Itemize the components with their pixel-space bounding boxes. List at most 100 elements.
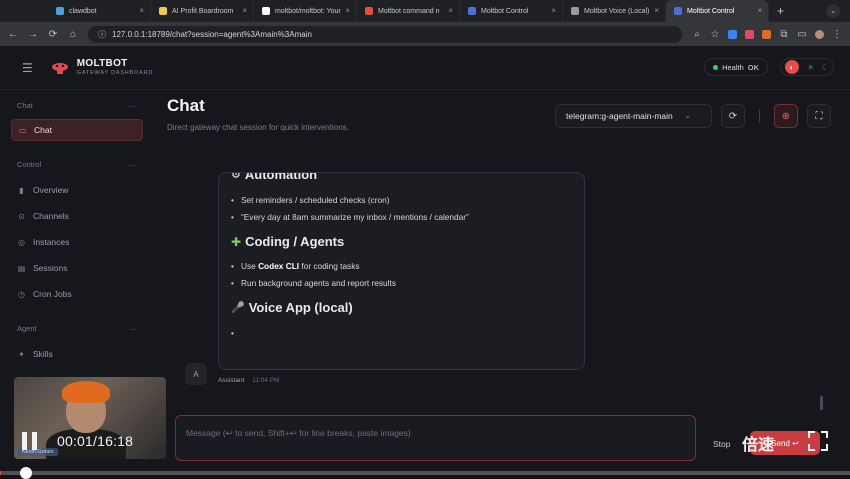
brain-icon: ⊕ — [781, 110, 791, 122]
session-select-value: telegram:g-agent-main-main — [566, 111, 673, 121]
coding-list: Use Codex CLI for coding tasks Run backg… — [231, 258, 572, 291]
extension-icon[interactable] — [745, 29, 754, 39]
tab-search-button[interactable]: ⌄ — [826, 4, 840, 18]
new-tab-button[interactable]: + — [777, 4, 784, 18]
address-bar: ← → ⟳ ⌂ ⓘ 127.0.0.1:18789/chat?session=a… — [0, 22, 850, 46]
sidebar-section-agent[interactable]: Agent — — [0, 324, 155, 333]
health-label: Health — [722, 62, 744, 72]
tab-favicon-icon — [56, 7, 64, 15]
sidebar-item-channels[interactable]: ⊙ Channels — [11, 205, 143, 227]
light-theme-icon[interactable]: ☀ — [807, 63, 814, 72]
bookmark-star-icon[interactable]: ☆ — [710, 29, 720, 40]
sidebar-item-overview[interactable]: ▮ Overview — [11, 179, 143, 201]
reload-icon[interactable]: ⟳ — [48, 29, 58, 40]
browser-tab-strip: clawdbot × AI Profit Boardroom × moltbot/mol… — [0, 0, 850, 22]
sidepanel-icon[interactable]: ▭ — [797, 29, 807, 40]
sidebar-item-label: Instances — [33, 237, 70, 247]
session-select[interactable]: telegram:g-agent-main-main ⌄ — [555, 104, 712, 128]
extension-icon[interactable] — [728, 29, 737, 39]
tab-favicon-icon — [674, 7, 682, 15]
microphone-emoji-icon: 🎤 — [231, 302, 245, 314]
section-label: Agent — [17, 324, 37, 333]
sidebar-item-label: Chat — [34, 125, 52, 135]
fullscreen-icon[interactable] — [807, 430, 829, 452]
browser-tab[interactable]: moltbot/moltbot: Your × — [254, 0, 357, 22]
sidebar-item-instances[interactable]: ◎ Instances — [11, 231, 143, 253]
page-subtitle: Direct gateway chat session for quick in… — [167, 123, 349, 132]
sidebar-item-sessions[interactable]: ▤ Sessions — [11, 257, 143, 279]
sidebar-item-cron-jobs[interactable]: ◷ Cron Jobs — [11, 283, 143, 305]
back-icon[interactable]: ← — [8, 29, 18, 40]
tab-close-icon[interactable]: × — [551, 6, 556, 15]
tab-title: Moltbot Control — [687, 7, 735, 15]
browser-tab[interactable]: Moltbot command n × — [357, 0, 460, 22]
list-item: Run background agents and report results — [231, 275, 572, 292]
playback-speed-button[interactable]: 倍速 — [742, 431, 774, 455]
presenter-hat — [62, 381, 110, 403]
focus-mode-button[interactable]: ⛶ — [807, 104, 831, 128]
tab-favicon-icon — [262, 7, 270, 15]
collapse-icon[interactable]: — — [130, 324, 138, 333]
tab-favicon-icon — [365, 7, 373, 15]
refresh-icon: ⟳ — [728, 110, 738, 122]
sidebar-section-control[interactable]: Control — — [0, 160, 155, 169]
forward-icon[interactable]: → — [28, 29, 38, 40]
refresh-button[interactable]: ⟳ — [721, 104, 745, 128]
collapse-icon[interactable]: — — [130, 101, 138, 110]
zoom-icon[interactable]: ⌕ — [692, 29, 702, 40]
video-progress-handle[interactable] — [20, 467, 32, 479]
tab-close-icon[interactable]: × — [654, 6, 659, 15]
sidebar-item-label: Channels — [33, 211, 69, 221]
site-info-icon[interactable]: ⓘ — [98, 29, 106, 40]
radio-icon: ◎ — [18, 237, 25, 247]
puzzle-extensions-icon[interactable]: ⧉ — [779, 29, 789, 40]
browser-tab[interactable]: clawdbot × — [48, 0, 151, 22]
profile-avatar[interactable] — [815, 29, 824, 39]
sidebar-item-label: Cron Jobs — [33, 289, 72, 299]
link-icon: ⊙ — [18, 211, 25, 221]
menu-toggle-icon[interactable]: ☰ — [22, 61, 33, 75]
video-progress-bar[interactable] — [0, 471, 850, 475]
video-timecode: 00:01/16:18 — [57, 433, 134, 449]
assistant-message-bubble: ⚙ Automation Set reminders / scheduled c… — [218, 172, 585, 370]
bar-chart-icon: ▮ — [19, 185, 24, 195]
tab-close-icon[interactable]: × — [448, 6, 453, 15]
browser-tab[interactable]: Moltbot Control × — [460, 0, 563, 22]
health-badge: Health OK — [704, 58, 768, 76]
app-topbar: ☰ MOLTBOT GATEWAY DASHBOARD Health OK ◐ … — [0, 46, 850, 90]
url-field[interactable]: ⓘ 127.0.0.1:18789/chat?session=agent%3Am… — [88, 25, 682, 43]
browser-tab[interactable]: Moltbot Control × — [666, 0, 769, 22]
system-theme-icon[interactable]: ◐ — [784, 60, 799, 74]
scrollbar-thumb[interactable] — [820, 396, 823, 410]
list-item: Use Codex CLI for coding tasks — [231, 258, 572, 275]
browser-tab[interactable]: AI Profit Boardroom × — [151, 0, 254, 22]
dark-theme-icon[interactable]: ☾ — [822, 63, 829, 72]
browser-tab[interactable]: Moltbot Voice (Local) × — [563, 0, 666, 22]
brand: MOLTBOT GATEWAY DASHBOARD — [76, 58, 154, 77]
tab-title: Moltbot Voice (Local) — [584, 7, 650, 15]
tab-close-icon[interactable]: × — [139, 6, 144, 15]
browser-menu-icon[interactable]: ⋮ — [832, 29, 842, 40]
tab-title: AI Profit Boardroom — [172, 7, 234, 15]
sidebar-item-skills[interactable]: ✦ Skills — [11, 343, 143, 365]
sidebar-item-chat[interactable]: ▭ Chat — [11, 119, 143, 141]
tab-close-icon[interactable]: × — [757, 6, 762, 15]
home-icon[interactable]: ⌂ — [68, 29, 78, 40]
sidebar-section-chat[interactable]: Chat — — [0, 101, 155, 110]
thinking-toggle-button[interactable]: ⊕ — [774, 104, 798, 128]
pause-button[interactable] — [18, 430, 40, 452]
tab-close-icon[interactable]: × — [242, 6, 247, 15]
tab-close-icon[interactable]: × — [345, 6, 350, 15]
toolbar-divider — [759, 109, 760, 123]
automation-heading: ⚙ Automation — [231, 173, 572, 182]
url-text: 127.0.0.1:18789/chat?session=agent%3Amai… — [112, 29, 312, 39]
pause-bar — [31, 432, 37, 450]
sender-name: Assistant — [218, 377, 245, 384]
collapse-icon[interactable]: — — [130, 160, 138, 169]
extension-icon[interactable] — [762, 29, 771, 39]
brand-subtitle: GATEWAY DASHBOARD — [76, 69, 154, 76]
theme-toggle[interactable]: ◐ ☀ ☾ — [780, 58, 834, 76]
video-progress-fill — [0, 471, 1, 475]
bold-text: Codex CLI — [258, 261, 300, 271]
tab-title: moltbot/moltbot: Your — [275, 7, 341, 15]
